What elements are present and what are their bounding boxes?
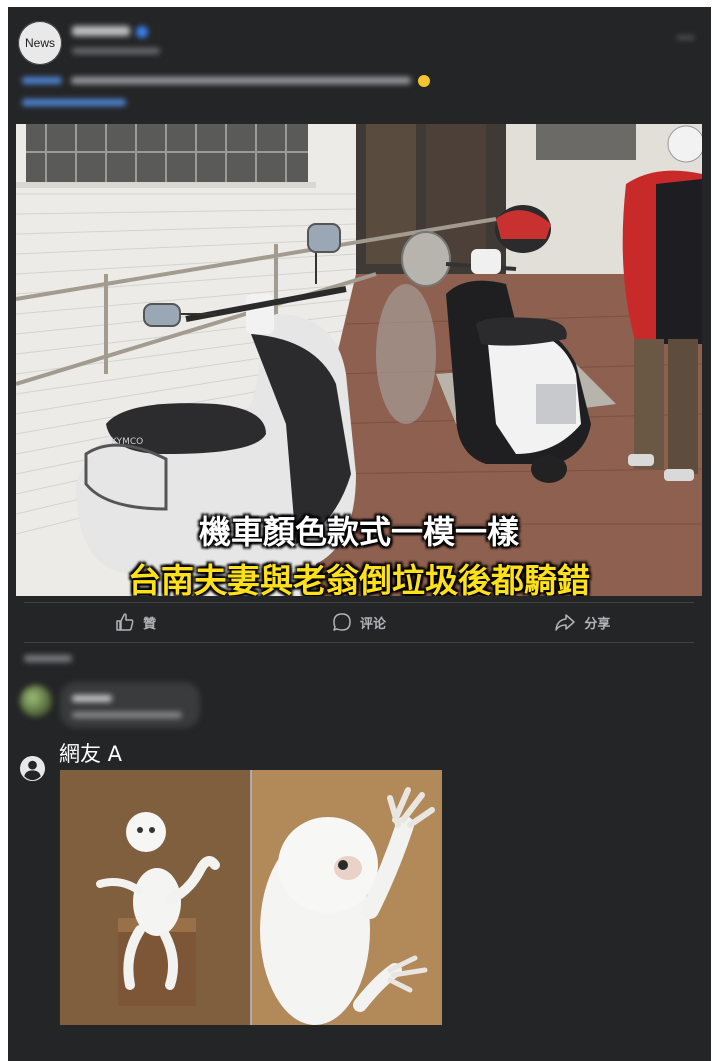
like-label: 贊: [143, 615, 157, 631]
comment-bubble: [60, 682, 200, 728]
post-timestamp[interactable]: [72, 46, 160, 57]
comment-button[interactable]: 评论: [247, 605, 470, 639]
commenter-name-text: [72, 695, 112, 702]
comment-sort-dropdown[interactable]: [24, 653, 72, 665]
more-options-icon[interactable]: •••: [677, 29, 695, 45]
like-button[interactable]: 贊: [24, 605, 247, 639]
caption-text: [71, 77, 412, 84]
user-icon: [19, 755, 46, 782]
share-button[interactable]: 分享: [471, 605, 694, 639]
caption-link-2-text: [22, 99, 126, 106]
man-walking: [622, 125, 702, 481]
page-name-text: [72, 26, 130, 36]
verified-icon: [136, 26, 148, 38]
comment-sort-text: [24, 655, 72, 662]
monkey-meme-illustration: [60, 770, 442, 1025]
comment-icon: [333, 613, 351, 631]
post-caption: [22, 75, 582, 88]
thumbs-up-icon: [116, 613, 134, 631]
comment-text: [72, 710, 182, 721]
comment-label: 评论: [359, 615, 386, 631]
post-meta-text: [72, 48, 160, 54]
commenter-name[interactable]: [72, 693, 112, 705]
share-icon: [555, 614, 576, 631]
headline-line-2: 台南夫妻與老翁倒垃圾後都騎錯: [128, 561, 590, 596]
comment-meme-image[interactable]: [60, 770, 442, 1025]
caption-link-2[interactable]: [22, 97, 126, 109]
caption-link[interactable]: [22, 77, 62, 84]
post-photo[interactable]: KYMCO 機車顏色款式一模一樣 台南夫妻與老翁倒垃圾後都騎錯: [16, 124, 702, 596]
emoji-icon: [418, 75, 431, 88]
commenter-avatar[interactable]: [20, 685, 52, 717]
avatar-logo-text: News: [24, 36, 55, 50]
post-card: News ••• KYMCO 機車顏色款式一模一樣 台南夫妻與老翁倒垃圾後都騎錯…: [8, 7, 711, 1061]
divider-top: [24, 602, 694, 603]
share-label: 分享: [584, 615, 611, 631]
post-action-bar: 贊 评论 分享: [24, 605, 694, 639]
page-name[interactable]: [72, 25, 130, 37]
reply-user-name[interactable]: 網友 A: [59, 738, 122, 768]
page-avatar[interactable]: News: [18, 21, 62, 65]
comment-text-content: [72, 712, 182, 718]
headline-line-1: 機車顏色款式一模一樣: [198, 513, 519, 551]
divider-bottom: [24, 642, 694, 643]
